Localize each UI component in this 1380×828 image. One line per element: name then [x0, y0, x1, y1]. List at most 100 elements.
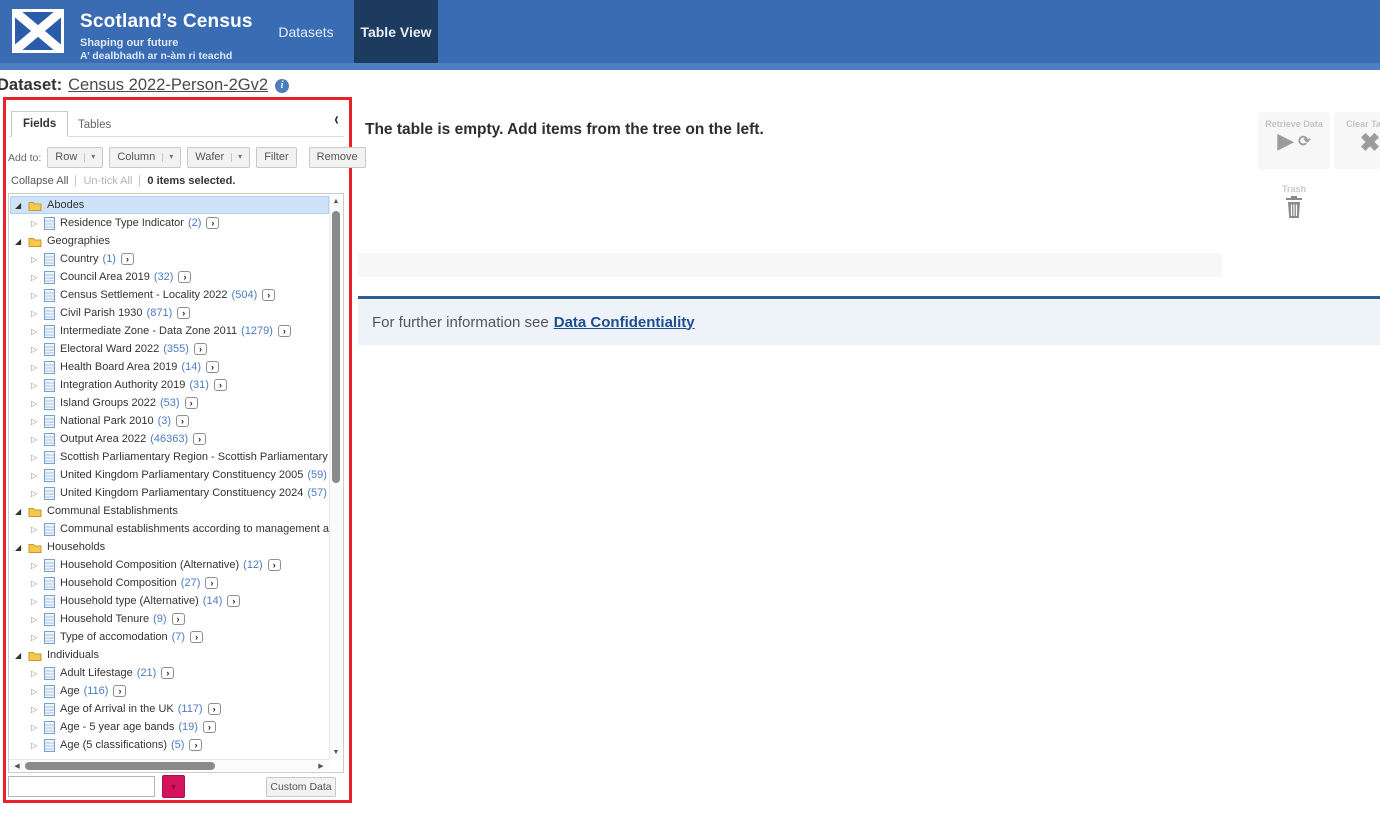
tree-field-row[interactable]: ▷ Island Groups 2022 (53) › [10, 394, 329, 412]
collapsed-triangle-icon[interactable]: ▷ [31, 615, 44, 624]
open-categories-button[interactable]: › [262, 289, 276, 301]
open-categories-button[interactable]: › [193, 433, 207, 445]
open-categories-button[interactable]: › [193, 343, 207, 355]
collapsed-triangle-icon[interactable]: ▷ [31, 525, 44, 534]
collapsed-triangle-icon[interactable]: ▷ [31, 219, 44, 228]
collapsed-triangle-icon[interactable]: ▷ [31, 291, 44, 300]
custom-data-button[interactable]: Custom Data [266, 777, 336, 797]
tree-folder-row[interactable]: ◢ Geographies [10, 232, 329, 250]
collapsed-triangle-icon[interactable]: ▷ [31, 399, 44, 408]
collapsed-triangle-icon[interactable]: ▷ [31, 669, 44, 678]
add-to-wafer-button[interactable]: Wafer ▾ [187, 147, 251, 168]
tree-field-row[interactable]: ▷ Household Composition (27) › [10, 574, 329, 592]
tree-field-row[interactable]: ▷ Integration Authority 2019 (31) › [10, 376, 329, 394]
tree-field-row[interactable]: ▷ Intermediate Zone - Data Zone 2011 (1279… [10, 322, 329, 340]
collapsed-triangle-icon[interactable]: ▷ [31, 363, 44, 372]
scroll-down-icon[interactable]: ▼ [330, 749, 342, 756]
open-categories-button[interactable]: › [120, 253, 134, 265]
collapsed-triangle-icon[interactable]: ▷ [31, 705, 44, 714]
chevron-down-icon[interactable]: ▾ [84, 152, 95, 162]
retrieve-data-button[interactable]: Retrieve Data ▶ ⟳ [1258, 112, 1330, 169]
tab-tables[interactable]: Tables [67, 113, 122, 137]
data-confidentiality-link[interactable]: Data Confidentiality [554, 314, 695, 331]
untick-all-link[interactable]: Un-tick All [83, 175, 132, 187]
open-categories-button[interactable]: › [207, 703, 221, 715]
expanded-triangle-icon[interactable]: ◢ [15, 543, 28, 552]
collapsed-triangle-icon[interactable]: ▷ [31, 435, 44, 444]
expanded-triangle-icon[interactable]: ◢ [15, 651, 28, 660]
open-categories-button[interactable]: › [184, 397, 198, 409]
collapsed-triangle-icon[interactable]: ▷ [31, 489, 44, 498]
collapsed-triangle-icon[interactable]: ▷ [31, 309, 44, 318]
chevron-down-icon[interactable]: ▾ [162, 152, 173, 162]
collapsed-triangle-icon[interactable]: ▷ [31, 327, 44, 336]
open-categories-button[interactable]: › [171, 613, 185, 625]
open-categories-button[interactable]: › [190, 631, 204, 643]
tree-field-row[interactable]: ▷ Type of accomodation (7) › [10, 628, 329, 646]
expanded-triangle-icon[interactable]: ◢ [15, 237, 28, 246]
open-categories-button[interactable]: › [213, 379, 227, 391]
collapsed-triangle-icon[interactable]: ▷ [31, 741, 44, 750]
vertical-scroll-thumb[interactable] [332, 211, 340, 483]
tree-field-row[interactable]: ▷ United Kingdom Parliamentary Constituen… [10, 484, 329, 502]
tree-field-row[interactable]: ▷ Age - 5 year age bands (19) › [10, 718, 329, 736]
collapsed-triangle-icon[interactable]: ▷ [31, 579, 44, 588]
tree-field-row[interactable]: ▷ Household type (Alternative) (14) › [10, 592, 329, 610]
add-to-row-button[interactable]: Row ▾ [47, 147, 104, 168]
open-categories-button[interactable]: › [113, 685, 127, 697]
tree-field-row[interactable]: ▷ Census Settlement - Locality 2022 (504) › [10, 286, 329, 304]
tree-field-row[interactable]: ▷ United Kingdom Parliamentary Constituen… [10, 466, 329, 484]
collapsed-triangle-icon[interactable]: ▷ [31, 345, 44, 354]
tree-field-row[interactable]: ▷ Electoral Ward 2022 (355) › [10, 340, 329, 358]
add-to-column-button[interactable]: Column ▾ [109, 147, 182, 168]
tab-fields[interactable]: Fields [11, 111, 69, 137]
open-categories-button[interactable]: › [205, 577, 219, 589]
info-icon[interactable]: i [275, 78, 290, 93]
tree-folder-row[interactable]: ◢ Individuals [10, 646, 329, 664]
collapsed-triangle-icon[interactable]: ▷ [31, 561, 44, 570]
dataset-name-link[interactable]: Census 2022-Person-2Gv2 [68, 76, 268, 95]
collapsed-triangle-icon[interactable]: ▷ [31, 381, 44, 390]
tree-field-row[interactable]: ▷ Household Tenure (9) › [10, 610, 329, 628]
open-categories-button[interactable]: › [205, 361, 219, 373]
tree-field-row[interactable]: ▷ Age (116) › [10, 682, 329, 700]
tree-folder-row[interactable]: ◢ Communal Establishments [10, 502, 329, 520]
collapsed-triangle-icon[interactable]: ▷ [31, 633, 44, 642]
search-dropdown-button[interactable]: ▼ [162, 775, 185, 798]
tree-field-row[interactable]: ▷ National Park 2010 (3) › [10, 412, 329, 430]
collapsed-triangle-icon[interactable]: ▷ [31, 687, 44, 696]
tree-folder-row[interactable]: ◢ Households [10, 538, 329, 556]
tree-field-row[interactable]: ▷ Age (5 classifications) (5) › [10, 736, 329, 754]
open-categories-button[interactable]: › [178, 271, 192, 283]
collapsed-triangle-icon[interactable]: ▷ [31, 723, 44, 732]
chevron-down-icon[interactable]: ▾ [231, 152, 242, 162]
scroll-right-icon[interactable]: ▶ [315, 762, 327, 770]
remove-button[interactable]: Remove [308, 147, 366, 168]
scroll-left-icon[interactable]: ◀ [11, 762, 23, 770]
horizontal-scroll-thumb[interactable] [25, 762, 215, 770]
scroll-up-icon[interactable]: ▲ [330, 198, 342, 205]
open-categories-button[interactable]: › [189, 739, 203, 751]
open-categories-button[interactable]: › [267, 559, 281, 571]
trash-icon[interactable] [1284, 195, 1304, 224]
tree-field-row[interactable]: ▷ Civil Parish 1930 (871) › [10, 304, 329, 322]
tree-horizontal-scrollbar[interactable]: ◀ ▶ [9, 759, 329, 771]
open-categories-button[interactable]: › [176, 415, 190, 427]
tree-field-row[interactable]: ▷ Country (1) › [10, 250, 329, 268]
collapsed-triangle-icon[interactable]: ▷ [31, 255, 44, 264]
search-input[interactable] [8, 776, 155, 797]
collapse-panel-icon[interactable]: ‹ [334, 109, 338, 130]
tree-field-row[interactable]: ▷ Age of Arrival in the UK (117) › [10, 700, 329, 718]
nav-datasets[interactable]: Datasets [272, 0, 340, 63]
open-categories-button[interactable]: › [206, 217, 220, 229]
open-categories-button[interactable]: › [277, 325, 291, 337]
expanded-triangle-icon[interactable]: ◢ [15, 201, 28, 210]
collapsed-triangle-icon[interactable]: ▷ [31, 471, 44, 480]
collapsed-triangle-icon[interactable]: ▷ [31, 417, 44, 426]
open-categories-button[interactable]: › [227, 595, 241, 607]
tree-field-row[interactable]: ▷ Council Area 2019 (32) › [10, 268, 329, 286]
open-categories-button[interactable]: › [161, 667, 175, 679]
open-categories-button[interactable]: › [202, 721, 216, 733]
tree-field-row[interactable]: ▷ Health Board Area 2019 (14) › [10, 358, 329, 376]
tree-field-row[interactable]: ▷ Residence Type Indicator (2) › [10, 214, 329, 232]
